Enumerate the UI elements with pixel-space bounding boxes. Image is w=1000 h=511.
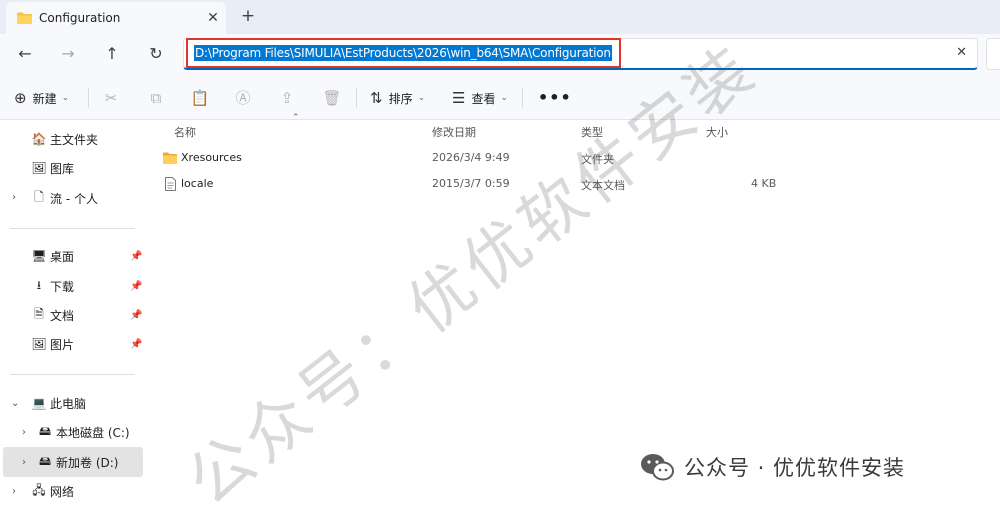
sidebar-item-documents[interactable]: 🗎 文档: [32, 304, 74, 326]
gallery-icon: 🖼: [31, 161, 47, 175]
file-modified: 2026/3/4 9:49: [432, 151, 510, 164]
sidebar-item-label: 桌面: [50, 249, 75, 264]
sidebar-item-label: 图库: [50, 161, 75, 176]
chevron-down-icon: ⌄: [417, 93, 426, 103]
sidebar-item-downloads[interactable]: ⭳ 下载: [32, 275, 74, 297]
sidebar-item-label: 网络: [50, 484, 75, 499]
sidebar-item-desktop[interactable]: 🖥 桌面: [31, 245, 75, 267]
new-tab-icon[interactable]: +: [238, 6, 258, 26]
pin-icon[interactable]: 📌: [130, 339, 142, 350]
sidebar-item-label: 主文件夹: [50, 132, 99, 147]
forward-icon[interactable]: →: [57, 43, 79, 65]
column-header-modified[interactable]: 修改日期: [432, 124, 476, 140]
download-icon: ⭳: [36, 277, 42, 292]
file-modified: 2015/3/7 0:59: [432, 177, 510, 190]
back-icon[interactable]: ←: [14, 43, 36, 65]
sidebar-item-pictures[interactable]: 🖼 图片: [31, 333, 75, 355]
sidebar-item-drive-d[interactable]: 🖴 新加卷 (D:): [38, 451, 119, 473]
file-type: 文本文档: [581, 179, 625, 192]
clear-address-icon[interactable]: ✕: [956, 45, 967, 60]
desktop-icon: 🖥: [31, 249, 47, 263]
sort-label: 排序: [388, 91, 413, 106]
file-name: locale: [181, 177, 214, 190]
brand-text: 公众号 · 优优软件安装: [684, 456, 906, 480]
rename-icon[interactable]: Ⓐ: [233, 88, 253, 108]
view-list-icon: ☰: [452, 89, 466, 107]
sidebar-divider: [10, 374, 135, 375]
tab-title: Configuration: [39, 11, 121, 25]
up-icon[interactable]: ↑: [101, 43, 123, 65]
sort-button[interactable]: ⇅ 排序 ⌄: [370, 88, 425, 108]
file-type: 文件夹: [581, 153, 614, 166]
cut-icon[interactable]: ✂: [101, 88, 121, 108]
brand-watermark: 公众号 · 优优软件安装: [640, 452, 905, 482]
pin-icon[interactable]: 📌: [130, 251, 142, 262]
paste-icon[interactable]: 📋: [190, 88, 210, 108]
sidebar-item-label: 文档: [50, 308, 75, 323]
refresh-icon[interactable]: ↻: [145, 43, 167, 65]
toolbar-divider: [88, 88, 89, 108]
document-icon: 🗋: [34, 189, 44, 204]
chevron-right-icon[interactable]: ›: [12, 486, 16, 497]
more-options-button[interactable]: •••: [538, 88, 572, 107]
sidebar-item-label: 下载: [50, 279, 75, 294]
sidebar-item-onedrive[interactable]: 🗋 流 - 个人: [32, 187, 98, 209]
column-header-name[interactable]: 名称: [174, 124, 196, 140]
drive-icon: 🖴: [38, 423, 52, 438]
chevron-right-icon[interactable]: ›: [22, 457, 26, 468]
sidebar-item-network[interactable]: 🖧 网络: [32, 480, 74, 502]
sidebar-item-label: 本地磁盘 (C:): [56, 425, 130, 440]
copy-icon[interactable]: ⧉: [146, 88, 166, 108]
pin-icon[interactable]: 📌: [130, 310, 142, 321]
toolbar-divider: [356, 88, 357, 108]
documents-icon: 🗎: [34, 306, 44, 321]
text-file-icon: [165, 177, 176, 191]
file-name: Xresources: [181, 151, 242, 164]
chevron-right-icon[interactable]: ›: [22, 427, 26, 438]
computer-icon: 💻: [31, 396, 47, 410]
pin-icon[interactable]: 📌: [130, 281, 142, 292]
sidebar-item-this-pc[interactable]: 💻 此电脑: [32, 392, 86, 414]
home-icon: 🏠: [31, 132, 47, 146]
file-row[interactable]: Xresources 2026/3/4 9:49 文件夹: [150, 146, 1000, 172]
sidebar-item-label: 新加卷 (D:): [56, 455, 119, 470]
sort-icon: ⇅: [370, 89, 383, 107]
chevron-right-icon[interactable]: ›: [12, 192, 16, 203]
wechat-icon: [641, 454, 674, 481]
view-label: 查看: [471, 91, 496, 106]
plus-circle-icon: ⊕: [14, 89, 27, 107]
chevron-down-icon: ⌄: [500, 93, 509, 103]
sidebar-item-home[interactable]: 🏠 主文件夹: [32, 128, 98, 150]
column-header-size[interactable]: 大小: [706, 124, 728, 140]
chevron-down-icon: ⌄: [61, 93, 70, 103]
column-header-type[interactable]: 类型: [581, 124, 603, 140]
view-button[interactable]: ☰ 查看 ⌄: [452, 88, 508, 108]
title-bar: Configuration ✕ +: [0, 0, 1000, 34]
tab-configuration[interactable]: Configuration ✕: [6, 2, 226, 34]
share-icon[interactable]: ⇪: [277, 88, 297, 108]
folder-icon: [163, 152, 177, 164]
pictures-icon: 🖼: [31, 337, 47, 351]
toolbar-divider: [522, 88, 523, 108]
file-row[interactable]: locale 2015/3/7 0:59 文本文档 4 KB: [150, 172, 1000, 198]
sidebar-divider: [10, 228, 135, 229]
sidebar-item-drive-c[interactable]: 🖴 本地磁盘 (C:): [38, 421, 130, 443]
close-tab-icon[interactable]: ✕: [203, 8, 223, 28]
sidebar-item-label: 流 - 个人: [50, 191, 98, 206]
sidebar-item-label: 图片: [50, 337, 75, 352]
drive-icon: 🖴: [38, 453, 52, 468]
sidebar-item-label: 此电脑: [50, 396, 87, 411]
search-box[interactable]: [986, 38, 1000, 70]
network-icon: 🖧: [32, 482, 46, 497]
folder-icon: [17, 12, 32, 24]
new-button[interactable]: ⊕ 新建 ⌄: [14, 88, 69, 108]
command-bar: ⊕ 新建 ⌄ ✂ ⧉ 📋 Ⓐ ⇪ 🗑 ⇅ 排序 ⌄ ☰ 查看 ⌄ •••: [0, 76, 1000, 120]
address-highlight-box: [186, 38, 621, 68]
delete-icon[interactable]: 🗑: [322, 88, 342, 108]
file-size: 4 KB: [751, 177, 777, 190]
sidebar-item-gallery[interactable]: 🖼 图库: [31, 157, 75, 179]
sort-ascending-icon: ⌃: [292, 113, 300, 123]
chevron-down-icon[interactable]: ⌄: [11, 398, 19, 409]
new-label: 新建: [32, 91, 57, 106]
